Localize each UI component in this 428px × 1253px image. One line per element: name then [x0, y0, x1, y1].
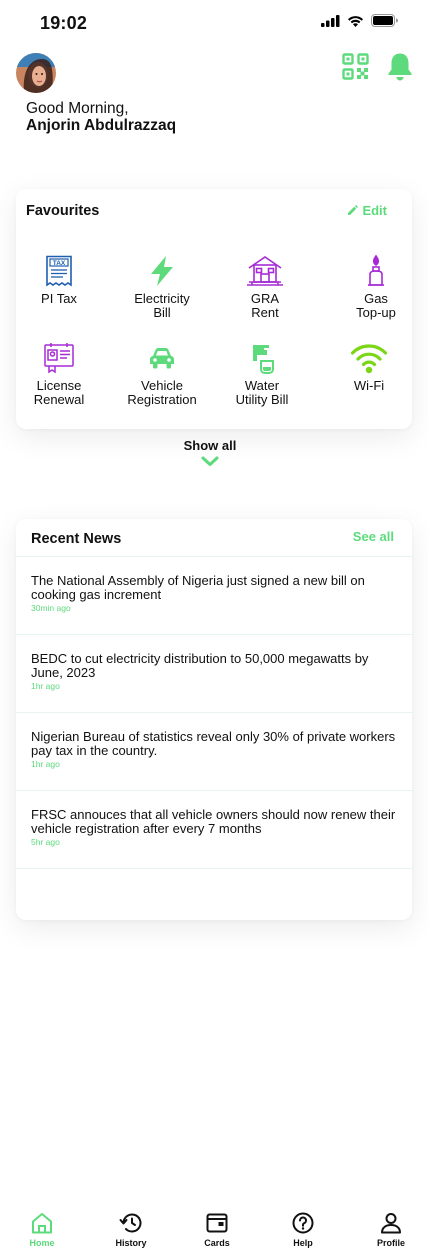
favourite-license-renewal[interactable]: License Renewal	[4, 340, 114, 407]
news-timestamp: 1hr ago	[31, 681, 60, 691]
car-icon	[107, 340, 217, 376]
recent-news-card: Recent News See all The National Assembl…	[16, 519, 412, 920]
favourite-label: Electricity Bill	[134, 291, 190, 320]
history-icon	[101, 1211, 161, 1235]
news-item[interactable]: The National Assembly of Nigeria just si…	[16, 557, 412, 635]
cellular-signal-icon	[321, 14, 340, 27]
tab-cards[interactable]: Cards	[187, 1211, 247, 1248]
tab-label: Help	[293, 1238, 313, 1248]
tax-document-icon: TAX	[4, 253, 114, 289]
tab-home[interactable]: Home	[12, 1211, 72, 1248]
favourites-title: Favourites	[26, 203, 100, 219]
tab-label: Cards	[204, 1238, 230, 1248]
edit-favourites-button[interactable]: Edit	[347, 203, 387, 218]
favourite-gas-topup[interactable]: Gas Top-up	[321, 253, 428, 320]
license-card-icon	[4, 340, 114, 376]
status-time: 19:02	[40, 13, 88, 33]
favourite-wifi[interactable]: Wi-Fi	[314, 340, 424, 393]
news-headline: FRSC annouces that all vehicle owners sh…	[31, 807, 396, 836]
news-item[interactable]: BEDC to cut electricity distribution to …	[16, 635, 412, 713]
notifications-button[interactable]	[387, 52, 413, 81]
news-timestamp: 1hr ago	[31, 759, 60, 769]
tab-profile[interactable]: Profile	[361, 1211, 421, 1248]
favourite-label: GRA Rent	[250, 291, 280, 320]
show-all-label: Show all	[183, 438, 237, 453]
recent-news-title: Recent News	[31, 531, 122, 547]
favourite-water-utility-bill[interactable]: Water Utility Bill	[207, 340, 317, 407]
chevron-down-icon	[201, 456, 219, 466]
favourite-vehicle-registration[interactable]: Vehicle Registration	[107, 340, 217, 407]
status-icons	[321, 14, 398, 27]
favourite-label: Water Utility Bill	[235, 378, 289, 407]
favourite-gra-rent[interactable]: GRA Rent	[210, 253, 320, 320]
news-headline: Nigerian Bureau of statistics reveal onl…	[31, 729, 396, 758]
news-item[interactable]: Nigerian Bureau of statistics reveal onl…	[16, 713, 412, 791]
favourites-card: Favourites Edit TAX PI Tax Electricity B…	[16, 189, 412, 429]
avatar[interactable]	[16, 53, 56, 93]
water-tap-icon	[207, 340, 317, 376]
status-bar: 19:02	[0, 0, 428, 46]
news-timestamp: 30min ago	[31, 603, 71, 613]
bell-icon	[388, 53, 412, 81]
cards-icon	[187, 1211, 247, 1235]
tab-label: Profile	[376, 1238, 405, 1248]
home-icon	[12, 1211, 72, 1235]
recent-news-header: Recent News See all	[16, 519, 412, 557]
qr-code-icon	[342, 53, 369, 80]
help-icon	[273, 1211, 333, 1235]
show-all-button[interactable]: Show all	[150, 438, 270, 467]
favourite-label: Vehicle Registration	[127, 378, 197, 407]
tab-label: Home	[29, 1238, 55, 1248]
wifi-status-icon	[348, 15, 363, 27]
pencil-icon	[348, 205, 359, 215]
greeting-text: Good Morning,	[26, 100, 129, 117]
wifi-icon	[314, 340, 424, 376]
user-name: Anjorin Abdulrazzaq	[26, 117, 177, 134]
tab-help[interactable]: Help	[273, 1211, 333, 1248]
qr-code-button[interactable]	[342, 53, 369, 80]
bottom-tab-bar: Home History Cards Help Profile	[0, 1203, 428, 1253]
favourite-label: Wi-Fi	[353, 378, 385, 393]
favourite-label: Gas Top-up	[356, 291, 396, 320]
news-timestamp: 5hr ago	[31, 837, 60, 847]
edit-label: Edit	[362, 203, 387, 218]
favourite-label: PI Tax	[41, 291, 77, 306]
news-item[interactable]: FRSC annouces that all vehicle owners sh…	[16, 791, 412, 869]
profile-icon	[361, 1211, 421, 1235]
header: Good Morning, Anjorin Abdulrazzaq	[0, 52, 428, 142]
house-icon	[210, 253, 320, 289]
lightning-bolt-icon	[107, 253, 217, 289]
favourite-electricity-bill[interactable]: Electricity Bill	[107, 253, 217, 320]
gas-cylinder-icon	[321, 253, 428, 289]
news-headline: The National Assembly of Nigeria just si…	[31, 573, 365, 602]
favourite-label: License Renewal	[33, 378, 85, 407]
tab-history[interactable]: History	[101, 1211, 161, 1248]
svg-text:TAX: TAX	[53, 260, 66, 267]
tab-label: History	[115, 1238, 147, 1248]
favourite-pi-tax[interactable]: TAX PI Tax	[4, 253, 114, 306]
see-all-news-link[interactable]: See all	[353, 529, 394, 544]
battery-icon	[371, 14, 398, 27]
news-headline: BEDC to cut electricity distribution to …	[31, 651, 369, 680]
